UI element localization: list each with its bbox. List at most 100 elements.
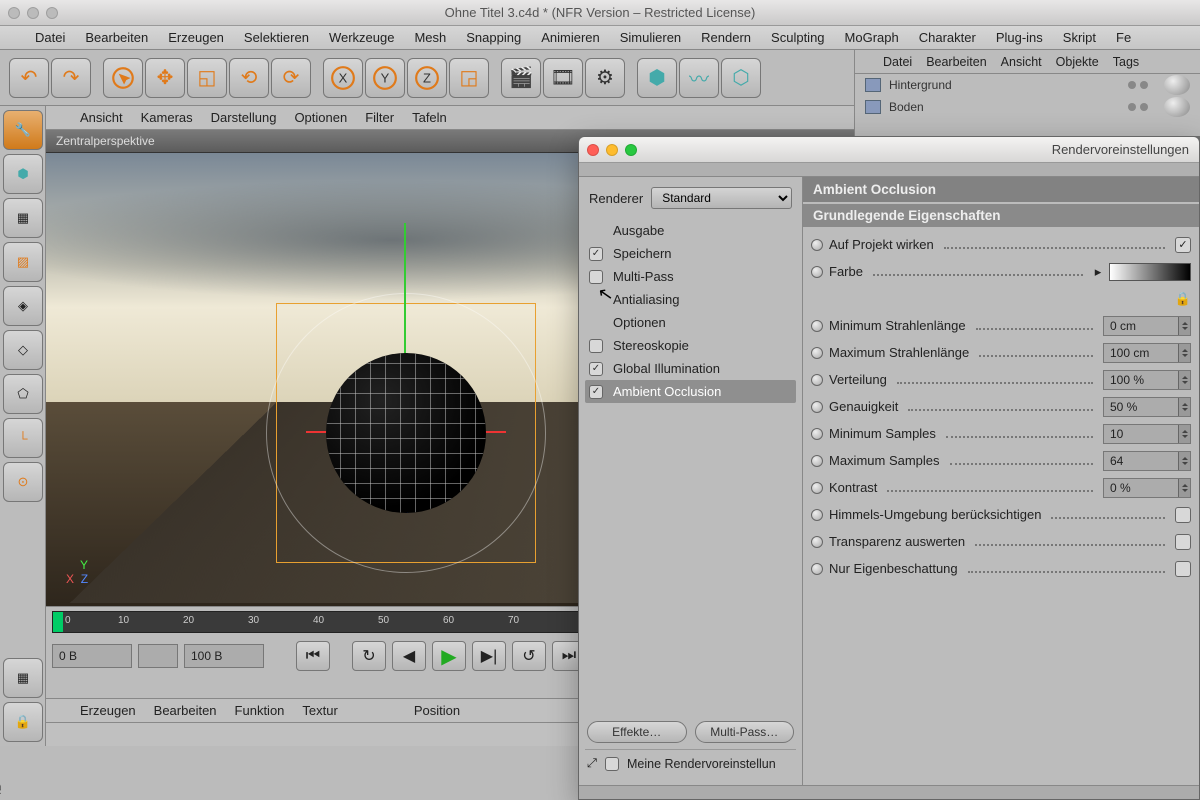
- prev-key-button[interactable]: ↻: [352, 641, 386, 671]
- expand-icon[interactable]: ▸: [1093, 264, 1103, 280]
- menu-datei[interactable]: Datei: [26, 26, 74, 49]
- rs-item-optionen[interactable]: Optionen: [585, 311, 796, 334]
- vp-menu-ansicht[interactable]: Ansicht: [72, 107, 131, 128]
- menu-plugins[interactable]: Plug-ins: [987, 26, 1052, 49]
- expand-icon[interactable]: ⤢: [587, 756, 597, 771]
- om-menu-tags[interactable]: Tags: [1107, 52, 1145, 72]
- move-tool[interactable]: ✥: [145, 58, 185, 98]
- lock-icon[interactable]: 🔒: [1175, 291, 1191, 307]
- checkbox[interactable]: [1175, 507, 1191, 523]
- material-thumb-icon[interactable]: [1164, 97, 1190, 117]
- value-input[interactable]: 0 cm: [1103, 316, 1191, 336]
- vp-menu-kameras[interactable]: Kameras: [133, 107, 201, 128]
- vp-menu-optionen[interactable]: Optionen: [286, 107, 355, 128]
- keyframe-icon[interactable]: [811, 320, 823, 332]
- zoom-icon[interactable]: [625, 144, 637, 156]
- rs-item-stereoskopie[interactable]: Stereoskopie: [585, 334, 796, 357]
- spinner-icon[interactable]: [1178, 317, 1190, 335]
- menu-sculpting[interactable]: Sculpting: [762, 26, 833, 49]
- make-editable-button[interactable]: 🔧: [3, 110, 43, 150]
- menu-fenster[interactable]: Fe: [1107, 26, 1140, 49]
- preset-checkbox[interactable]: [605, 757, 619, 771]
- menu-werkzeuge[interactable]: Werkzeuge: [320, 26, 404, 49]
- rs-item-ausgabe[interactable]: Ausgabe: [585, 219, 796, 242]
- menu-selektieren[interactable]: Selektieren: [235, 26, 318, 49]
- model-mode-button[interactable]: ⬢: [3, 154, 43, 194]
- edge-mode-button[interactable]: ◇: [3, 330, 43, 370]
- minimize-icon[interactable]: [606, 144, 618, 156]
- om-row[interactable]: Boden: [855, 96, 1200, 118]
- menu-erzeugen[interactable]: Erzeugen: [159, 26, 233, 49]
- menu-animieren[interactable]: Animieren: [532, 26, 609, 49]
- redo-button[interactable]: ↷: [51, 58, 91, 98]
- spinner-icon[interactable]: [1178, 371, 1190, 389]
- checkbox[interactable]: [589, 270, 603, 284]
- close-icon[interactable]: [587, 144, 599, 156]
- generator-button[interactable]: ⬡: [721, 58, 761, 98]
- render-settings-button[interactable]: ⚙: [585, 58, 625, 98]
- workplane-button[interactable]: ▨: [3, 242, 43, 282]
- rs-item-global-illumination[interactable]: Global Illumination: [585, 357, 796, 380]
- checkbox[interactable]: [589, 385, 603, 399]
- axis-z-toggle[interactable]: Z: [407, 58, 447, 98]
- rotate-tool[interactable]: ⟲: [229, 58, 269, 98]
- menu-simulieren[interactable]: Simulieren: [611, 26, 690, 49]
- keyframe-icon[interactable]: [811, 428, 823, 440]
- last-tool[interactable]: ⟳: [271, 58, 311, 98]
- texture-mode-button[interactable]: ▦: [3, 198, 43, 238]
- spline-button[interactable]: 〰: [679, 58, 719, 98]
- axis-mode-button[interactable]: └: [3, 418, 43, 458]
- vp-menu-tafeln[interactable]: Tafeln: [404, 107, 455, 128]
- checkbox[interactable]: [1175, 561, 1191, 577]
- keyframe-icon[interactable]: [811, 239, 823, 251]
- scale-tool[interactable]: ◱: [187, 58, 227, 98]
- menu-bearbeiten[interactable]: Bearbeiten: [76, 26, 157, 49]
- multipass-button[interactable]: Multi-Pass…: [695, 721, 795, 743]
- keyframe-icon[interactable]: [811, 374, 823, 386]
- workplane-snap-button[interactable]: ▦: [3, 658, 43, 698]
- vp-menu-darstellung[interactable]: Darstellung: [203, 107, 285, 128]
- keyframe-icon[interactable]: [811, 266, 823, 278]
- gradient-input[interactable]: [1109, 263, 1191, 281]
- value-input[interactable]: 0 %: [1103, 478, 1191, 498]
- om-menu-bearbeiten[interactable]: Bearbeiten: [920, 52, 992, 72]
- polygon-mode-button[interactable]: ⬠: [3, 374, 43, 414]
- select-tool[interactable]: [103, 58, 143, 98]
- undo-button[interactable]: ↶: [9, 58, 49, 98]
- om-menu-objekte[interactable]: Objekte: [1050, 52, 1105, 72]
- menu-mograph[interactable]: MoGraph: [836, 26, 908, 49]
- coord-system-button[interactable]: ◲: [449, 58, 489, 98]
- spinner-icon[interactable]: [1178, 425, 1190, 443]
- value-input[interactable]: 50 %: [1103, 397, 1191, 417]
- rs-preset-row[interactable]: ⤢ Meine Rendervoreinstellun: [585, 749, 796, 777]
- axis-x-toggle[interactable]: X: [323, 58, 363, 98]
- play-button[interactable]: ▶: [432, 641, 466, 671]
- value-input[interactable]: 64: [1103, 451, 1191, 471]
- goto-start-button[interactable]: ⏮: [296, 641, 330, 671]
- keyframe-icon[interactable]: [811, 536, 823, 548]
- keyframe-icon[interactable]: [811, 482, 823, 494]
- rs-titlebar[interactable]: Rendervoreinstellungen: [579, 137, 1199, 163]
- rs-item-antialiasing[interactable]: Antialiasing: [585, 288, 796, 311]
- sphere-object[interactable]: [326, 353, 486, 513]
- om-menu-datei[interactable]: Datei: [877, 52, 918, 72]
- keyframe-icon[interactable]: [811, 509, 823, 521]
- material-thumb-icon[interactable]: [1164, 75, 1190, 95]
- checkbox[interactable]: [589, 362, 603, 376]
- frame-stepper[interactable]: [138, 644, 178, 668]
- menu-snapping[interactable]: Snapping: [457, 26, 530, 49]
- scrollbar[interactable]: [579, 785, 1199, 799]
- effects-button[interactable]: Effekte…: [587, 721, 687, 743]
- frame-start-field[interactable]: 0 B: [52, 644, 132, 668]
- spinner-icon[interactable]: [1178, 452, 1190, 470]
- value-input[interactable]: 100 %: [1103, 370, 1191, 390]
- spinner-icon[interactable]: [1178, 479, 1190, 497]
- keyframe-icon[interactable]: [811, 563, 823, 575]
- menu-charakter[interactable]: Charakter: [910, 26, 985, 49]
- keyframe-icon[interactable]: [811, 455, 823, 467]
- mat-menu-funktion[interactable]: Funktion: [227, 700, 293, 721]
- next-key-button[interactable]: ↺: [512, 641, 546, 671]
- axis-y-toggle[interactable]: Y: [365, 58, 405, 98]
- value-input[interactable]: 100 cm: [1103, 343, 1191, 363]
- keyframe-icon[interactable]: [811, 347, 823, 359]
